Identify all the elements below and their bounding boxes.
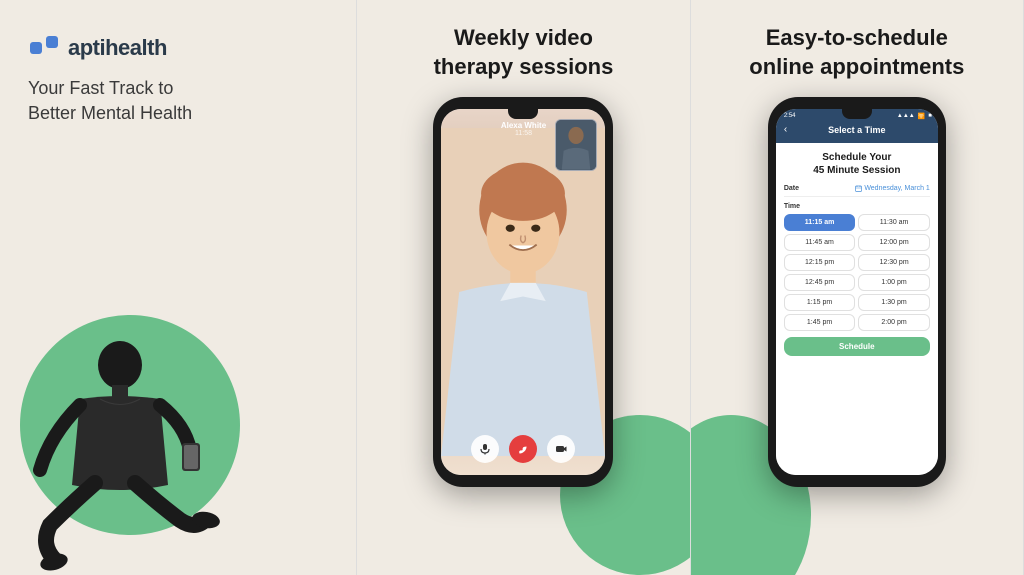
sched-phone-notch xyxy=(842,109,872,119)
battery-icon: ■ xyxy=(928,113,932,120)
video-call-screen: Alexa White 11:58 xyxy=(441,109,605,475)
phone-screen-scheduling: 2:54 ▲▲▲ 🛜 ■ ‹ Select a Time Schedule Yo… xyxy=(776,109,938,475)
date-row: Date Wednesday, March 1 xyxy=(784,185,930,197)
camera-icon xyxy=(555,443,567,455)
time-slots-grid: 11:15 am11:30 am11:45 am12:00 pm12:15 pm… xyxy=(784,214,930,331)
screen-title: Select a Time xyxy=(828,125,885,135)
panel2-title: Weekly video therapy sessions xyxy=(434,24,614,81)
phone-scheduling-mockup: 2:54 ▲▲▲ 🛜 ■ ‹ Select a Time Schedule Yo… xyxy=(768,97,946,487)
person-silhouette xyxy=(20,305,220,575)
pip-thumbnail xyxy=(555,119,597,171)
calendar-icon xyxy=(855,185,862,192)
wifi-icon: 🛜 xyxy=(918,113,925,120)
time-slot[interactable]: 1:45 pm xyxy=(784,314,856,331)
video-controls xyxy=(441,435,605,463)
camera-button[interactable] xyxy=(547,435,575,463)
time-slot[interactable]: 12:15 pm xyxy=(784,254,856,271)
back-button[interactable]: ‹ xyxy=(784,124,787,135)
aptihealth-logo-icon xyxy=(28,32,60,64)
mic-icon xyxy=(479,443,491,455)
time-label: Time xyxy=(784,203,930,210)
time-slot[interactable]: 12:00 pm xyxy=(858,234,930,251)
status-time: 2:54 xyxy=(784,113,796,119)
panel-scheduling: Easy-to-schedule online appointments 2:5… xyxy=(691,0,1024,575)
time-slot[interactable]: 11:30 am xyxy=(858,214,930,231)
date-label: Date xyxy=(784,185,799,192)
phone-notch xyxy=(508,109,538,119)
time-slot[interactable]: 12:30 pm xyxy=(858,254,930,271)
phone-video-mockup: Alexa White 11:58 xyxy=(433,97,613,487)
end-call-button[interactable] xyxy=(509,435,537,463)
phone-screen-video: Alexa White 11:58 xyxy=(441,109,605,475)
time-slot[interactable]: 1:00 pm xyxy=(858,274,930,291)
schedule-heading: Schedule Your 45 Minute Session xyxy=(784,151,930,177)
status-icons: ▲▲▲ 🛜 ■ xyxy=(897,113,932,120)
time-slot[interactable]: 1:30 pm xyxy=(858,294,930,311)
signal-icon: ▲▲▲ xyxy=(897,113,915,120)
logo-text: aptihealth xyxy=(68,35,167,61)
tagline: Your Fast Track to Better Mental Health xyxy=(28,76,192,126)
time-slot[interactable]: 12:45 pm xyxy=(784,274,856,291)
end-call-icon xyxy=(517,443,529,455)
panel-brand: aptihealth Your Fast Track to Better Men… xyxy=(0,0,357,575)
time-slot[interactable]: 11:45 am xyxy=(784,234,856,251)
date-value[interactable]: Wednesday, March 1 xyxy=(855,185,930,192)
panel-video: Weekly video therapy sessions Alexa Whit… xyxy=(357,0,690,575)
schedule-button[interactable]: Schedule xyxy=(784,337,930,356)
scheduling-body: Schedule Your 45 Minute Session Date Wed… xyxy=(776,143,938,475)
logo-area: aptihealth xyxy=(28,32,167,64)
time-slot[interactable]: 1:15 pm xyxy=(784,294,856,311)
time-slot[interactable]: 11:15 am xyxy=(784,214,856,231)
time-slot[interactable]: 2:00 pm xyxy=(858,314,930,331)
mute-button[interactable] xyxy=(471,435,499,463)
panel3-title: Easy-to-schedule online appointments xyxy=(749,24,964,81)
pip-face xyxy=(556,120,596,170)
pip-person-svg xyxy=(556,119,596,171)
